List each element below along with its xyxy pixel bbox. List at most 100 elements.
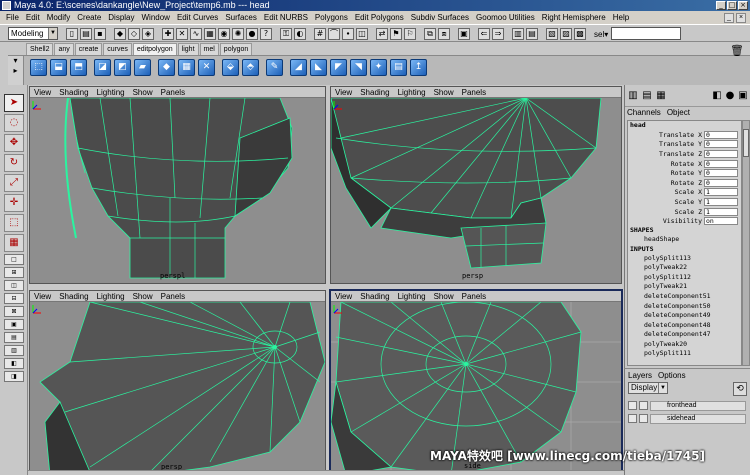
vp-menu-view[interactable]: View <box>34 291 51 301</box>
snap-grid-icon[interactable]: # <box>314 28 326 40</box>
vp-menu-view[interactable]: View <box>34 87 51 97</box>
menu-subdiv-surfaces[interactable]: Subdiv Surfaces <box>411 11 469 24</box>
input-node[interactable]: polySplit112 <box>628 273 741 283</box>
snap-plane-icon[interactable]: ◫ <box>356 28 368 40</box>
layout-hypershade-icon[interactable]: ▣ <box>4 319 24 330</box>
render-globals-icon[interactable]: ▣ <box>458 28 470 40</box>
poly-extrude-icon[interactable]: ⬚ <box>30 59 47 76</box>
menu-goomoo-utilities[interactable]: Goomoo Utilities <box>476 11 535 24</box>
menu-close-icon[interactable]: × <box>736 12 746 23</box>
menu-window[interactable]: Window <box>142 11 170 24</box>
close-button[interactable]: × <box>738 1 748 10</box>
vp-menu-shading[interactable]: Shading <box>360 291 389 301</box>
layout-outliner-icon[interactable]: ▤ <box>4 332 24 343</box>
attr-value-field[interactable]: 0 <box>704 130 738 139</box>
menu-modify[interactable]: Modify <box>47 11 71 24</box>
tab-options[interactable]: Options <box>658 371 686 380</box>
menu-help[interactable]: Help <box>613 11 629 24</box>
show-attributes-icon[interactable]: ▤ <box>526 28 538 40</box>
snap-point-icon[interactable]: ∙ <box>342 28 354 40</box>
input-node[interactable]: polyTweak20 <box>628 340 741 350</box>
layout-persp-graph-icon[interactable]: ⊠ <box>4 306 24 317</box>
layout-single-icon[interactable]: □ <box>4 254 24 265</box>
minimize-button[interactable]: _ <box>716 1 726 10</box>
scrollbar-thumb[interactable] <box>743 129 749 157</box>
layer-visibility-checkbox[interactable] <box>628 414 637 423</box>
input-node[interactable]: polySplit113 <box>628 254 741 264</box>
menu-display[interactable]: Display <box>108 11 134 24</box>
arrow-right-icon[interactable]: ⇒ <box>492 28 504 40</box>
layout-custom-icon[interactable]: ▥ <box>4 345 24 356</box>
poly-smooth-icon[interactable]: ◆ <box>158 59 175 76</box>
poly-cut-icon[interactable]: ⬒ <box>70 59 87 76</box>
pick-joints-icon[interactable]: ✕ <box>176 28 188 40</box>
show-layers-icon[interactable]: ▨ <box>560 28 572 40</box>
maximize-button[interactable]: □ <box>727 1 737 10</box>
viewport-top-right[interactable]: View Shading Lighting Show Panels persp <box>330 86 622 284</box>
layout-render-icon[interactable]: ◧ <box>4 358 24 369</box>
poly-bevel-icon[interactable]: ◩ <box>114 59 131 76</box>
vp-menu-show[interactable]: Show <box>133 291 153 301</box>
pick-misc-icon[interactable]: ? <box>260 28 272 40</box>
manipulator-tool-icon[interactable]: ✛ <box>4 194 24 212</box>
shelf-tab-light[interactable]: light <box>177 43 199 55</box>
layer-visibility-checkbox[interactable] <box>628 401 637 410</box>
attr-value-field[interactable]: 1 <box>704 207 738 216</box>
viewport-canvas[interactable]: persp <box>30 302 325 474</box>
vp-menu-panels[interactable]: Panels <box>462 291 486 301</box>
attr-value-field[interactable]: 1 <box>704 188 738 197</box>
layout-side-icon[interactable]: ◫ <box>4 280 24 291</box>
poly-duplicate-icon[interactable]: ⬘ <box>242 59 259 76</box>
vp-menu-show[interactable]: Show <box>434 87 454 97</box>
shelf-tab-curves[interactable]: curves <box>103 43 132 55</box>
save-scene-icon[interactable]: ▪ <box>94 28 106 40</box>
attribute-editor-icon[interactable]: ◧ <box>711 90 723 102</box>
shelf-tab-mel[interactable]: mel <box>199 43 219 55</box>
channel-box-toggle-icon[interactable]: ▣ <box>737 90 749 102</box>
output-ops-icon[interactable]: ⚐ <box>404 28 416 40</box>
menu-right-hemisphere[interactable]: Right Hemisphere <box>542 11 606 24</box>
poly-append-icon[interactable]: ⬙ <box>222 59 239 76</box>
lock-selection-icon[interactable]: ⚿ <box>280 28 292 40</box>
menu-edit-nurbs[interactable]: Edit NURBS <box>264 11 308 24</box>
tab-channels[interactable]: Channels <box>627 108 661 117</box>
attr-value-field[interactable]: 0 <box>704 140 738 149</box>
show-channels-icon[interactable]: ▥ <box>512 28 524 40</box>
layer-name[interactable]: sidehead <box>650 413 746 424</box>
menu-file[interactable]: File <box>6 11 19 24</box>
shelf-tab-create[interactable]: create <box>74 43 103 55</box>
poly-subdivide-icon[interactable]: ▦ <box>178 59 195 76</box>
shelf-tab-any[interactable]: any <box>54 43 74 55</box>
shape-node[interactable]: headShape <box>628 235 741 245</box>
input-node[interactable]: deleteComponent51 <box>628 292 741 302</box>
attr-value-field[interactable]: 0 <box>704 149 738 158</box>
shelf-tab-polygon[interactable]: polygon <box>219 43 253 55</box>
pick-deformations-icon[interactable]: ◉ <box>218 28 230 40</box>
open-scene-icon[interactable]: ▤ <box>80 28 92 40</box>
snap-curve-icon[interactable]: ⌒ <box>328 28 340 40</box>
viewport-top-left[interactable]: View Shading Lighting Show Panels perspl <box>29 86 326 284</box>
select-component-icon[interactable]: ◈ <box>142 28 154 40</box>
ipr-render-icon[interactable]: ⧈ <box>438 28 450 40</box>
menu-edit-polygons[interactable]: Edit Polygons <box>355 11 404 24</box>
layout-graph-icon[interactable]: ◨ <box>4 371 24 382</box>
menu-create[interactable]: Create <box>77 11 101 24</box>
poly-bridge-icon[interactable]: ◣ <box>310 59 327 76</box>
poly-uv-icon[interactable]: ▤ <box>390 59 407 76</box>
attr-value-field[interactable]: 0 <box>704 178 738 187</box>
input-node[interactable]: polyTweak22 <box>628 263 741 273</box>
input-node[interactable]: deleteComponent49 <box>628 311 741 321</box>
poly-collapse-icon[interactable]: ▰ <box>134 59 151 76</box>
attr-value-field[interactable]: on <box>704 217 738 226</box>
select-tool-icon[interactable]: ➤ <box>4 94 24 112</box>
selected-object-name[interactable]: head <box>628 121 741 130</box>
shelf-tab-editpolygon[interactable]: editpolygon <box>132 43 177 55</box>
render-icon[interactable]: ⧉ <box>424 28 436 40</box>
attr-value-field[interactable]: 1 <box>704 197 738 206</box>
pick-handles-icon[interactable]: ✚ <box>162 28 174 40</box>
poly-normal-icon[interactable]: ↥ <box>410 59 427 76</box>
viewport-canvas[interactable]: perspl <box>30 98 325 283</box>
vp-menu-show[interactable]: Show <box>434 291 454 301</box>
poly-separate-icon[interactable]: ◥ <box>350 59 367 76</box>
vp-menu-shading[interactable]: Shading <box>360 87 389 97</box>
